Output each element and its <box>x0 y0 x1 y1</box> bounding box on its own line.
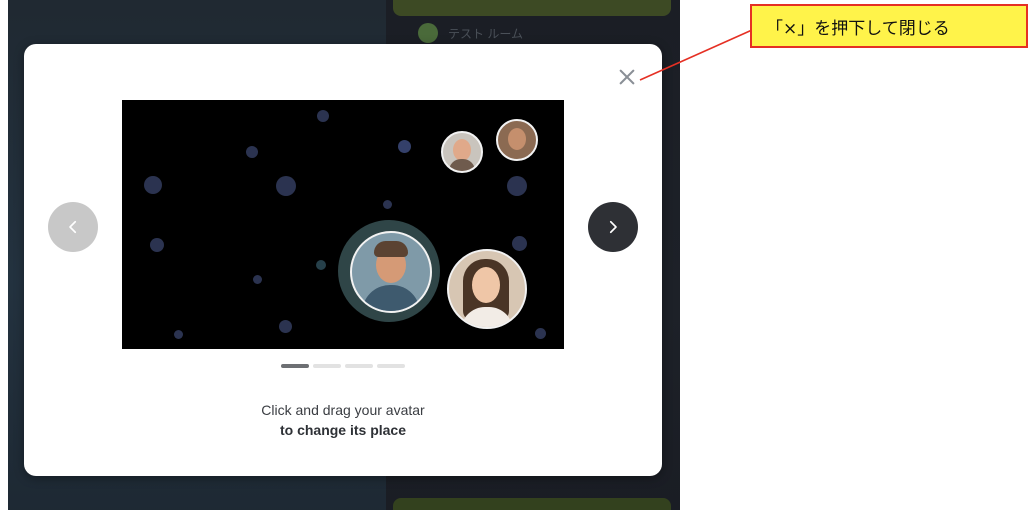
decorative-dot <box>253 275 262 284</box>
chevron-left-icon <box>69 220 77 234</box>
decorative-dot <box>398 140 411 153</box>
decorative-dot <box>316 260 326 270</box>
decorative-dot <box>507 176 527 196</box>
room-name: テスト ルーム <box>448 26 523 41</box>
background-bottom-bar <box>393 498 671 510</box>
background-top-bar <box>393 0 671 16</box>
caption-line-1: Click and drag your avatar <box>261 402 425 418</box>
user-avatar <box>496 119 538 161</box>
slide-pagination <box>281 364 405 368</box>
pagination-segment[interactable] <box>345 364 373 368</box>
onboarding-modal: Click and drag your avatar to change its… <box>24 44 662 476</box>
decorative-dot <box>276 176 296 196</box>
pagination-segment[interactable] <box>313 364 341 368</box>
annotation-text: 「×」を押下して閉じる <box>766 18 950 39</box>
decorative-dot <box>535 328 546 339</box>
close-icon[interactable] <box>616 66 638 88</box>
pagination-segment[interactable] <box>377 364 405 368</box>
caption-line-2: to change its place <box>279 422 407 438</box>
decorative-dot <box>512 236 527 251</box>
decorative-dot <box>279 320 292 333</box>
user-avatar <box>447 249 527 329</box>
room-avatar-icon <box>418 23 438 43</box>
decorative-dot <box>144 176 162 194</box>
chevron-right-icon <box>609 220 617 234</box>
decorative-dot <box>174 330 183 339</box>
decorative-dot <box>317 110 329 122</box>
my-avatar[interactable] <box>350 231 432 313</box>
slide-caption: Click and drag your avatar to change its… <box>24 400 662 440</box>
background-room-item: テスト ルーム <box>418 23 658 43</box>
decorative-dot <box>246 146 258 158</box>
previous-slide-button[interactable] <box>48 202 98 252</box>
user-avatar <box>441 131 483 173</box>
annotation-callout: 「×」を押下して閉じる <box>750 4 1028 48</box>
slide-preview <box>122 100 564 349</box>
next-slide-button[interactable] <box>588 202 638 252</box>
decorative-dot <box>150 238 164 252</box>
decorative-dot <box>383 200 392 209</box>
pagination-segment-active[interactable] <box>281 364 309 368</box>
